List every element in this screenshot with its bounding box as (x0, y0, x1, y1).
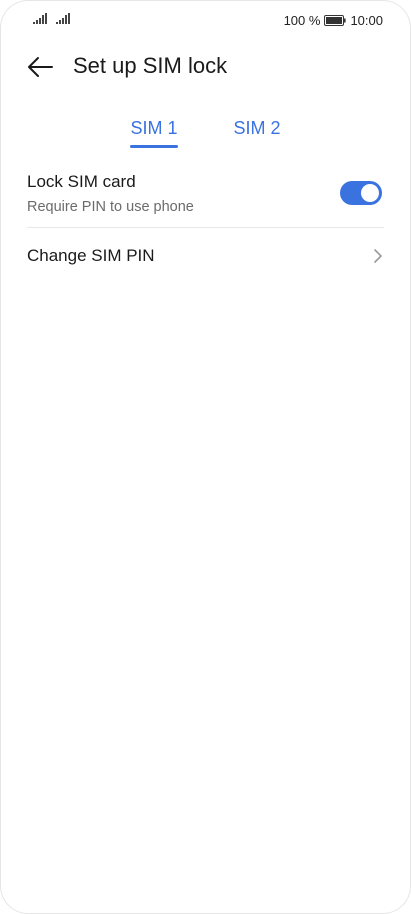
status-right: 100 % 10:00 (284, 12, 383, 28)
signal-icon (56, 13, 70, 24)
battery-icon (324, 14, 347, 26)
chevron-right-icon (374, 249, 382, 263)
change-sim-pin-title: Change SIM PIN (27, 246, 155, 265)
toggle-knob (361, 184, 379, 202)
change-sim-pin-row[interactable]: Change SIM PIN (27, 228, 384, 284)
arrow-left-icon (28, 57, 53, 77)
lock-sim-title: Lock SIM card (27, 172, 136, 191)
phone-screen: 100 % 10:00 Set up SIM lock SIM 1 SIM 2 … (0, 0, 411, 914)
lock-sim-row[interactable]: Lock SIM card Require PIN to use phone (27, 163, 384, 227)
page-title: Set up SIM lock (73, 53, 228, 78)
signal-icon (33, 13, 47, 24)
status-time: 10:00 (350, 12, 383, 28)
tab-sim-1[interactable]: SIM 1 (130, 115, 178, 141)
sim-tabs: SIM 1 SIM 2 (0, 115, 411, 151)
tab-sim-2[interactable]: SIM 2 (233, 115, 281, 141)
lock-sim-toggle[interactable] (340, 181, 382, 205)
back-button[interactable] (24, 51, 56, 83)
tab-indicator (130, 145, 178, 148)
app-header: Set up SIM lock (0, 45, 411, 89)
battery-percent: 100 % (283, 12, 321, 28)
settings-list: Lock SIM card Require PIN to use phone C… (27, 163, 384, 284)
status-bar: 100 % 10:00 (0, 0, 411, 40)
lock-sim-subtitle: Require PIN to use phone (27, 199, 194, 215)
